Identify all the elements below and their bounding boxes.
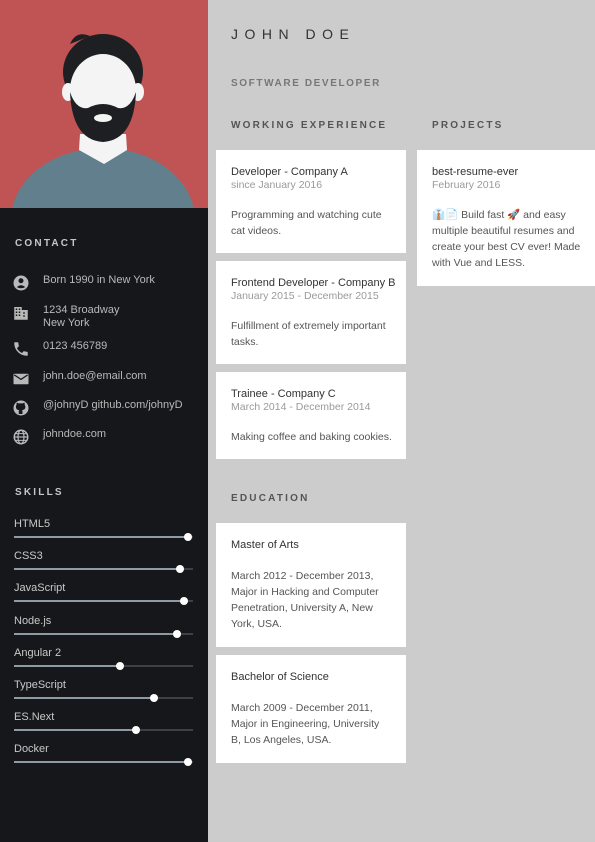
- experience-title: Frontend Developer - Company B: [231, 277, 396, 289]
- skill-name: Docker: [14, 743, 49, 756]
- skill-item: Docker: [14, 743, 193, 767]
- person-icon: [13, 275, 29, 291]
- skill-name: JavaScript: [14, 582, 66, 595]
- github-text[interactable]: @johnyD github.com/johnyD: [43, 399, 183, 412]
- address-line-1: 1234 Broadway: [43, 304, 120, 316]
- project-date: February 2016: [432, 179, 501, 191]
- education-title: Master of Arts: [231, 539, 299, 551]
- project-title[interactable]: best-resume-ever: [432, 166, 518, 178]
- skill-bar-fill: [14, 697, 154, 699]
- skill-name: CSS3: [14, 550, 43, 563]
- experience-date: January 2015 - December 2015: [231, 290, 379, 302]
- globe-icon: [13, 429, 29, 445]
- experience-card: Developer - Company A since January 2016…: [216, 150, 406, 253]
- skill-name: ES.Next: [14, 711, 55, 724]
- skill-bar-fill: [14, 568, 181, 571]
- skill-bar-fill: [14, 729, 136, 732]
- skill-item: TypeScript: [14, 679, 193, 703]
- experience-title: Developer - Company A: [231, 166, 348, 178]
- phone-icon: [14, 342, 28, 356]
- skill-level-knob: [115, 661, 124, 670]
- skill-item: ES.Next: [14, 711, 193, 735]
- skill-level-knob: [131, 726, 140, 735]
- education-description: March 2009 - December 2011, Major in Eng…: [231, 702, 380, 746]
- experience-card: Frontend Developer - Company B January 2…: [216, 261, 406, 364]
- email-icon: [13, 373, 29, 385]
- skill-bar-fill: [14, 536, 188, 538]
- avatar: [0, 0, 208, 208]
- person-position: SOFTWARE DEVELOPER: [231, 78, 381, 89]
- skill-level-knob: [172, 629, 181, 638]
- education-description: March 2012 - December 2013, Major in Hac…: [231, 570, 379, 630]
- person-name: JOHN DOE: [231, 26, 356, 42]
- experience-card: Trainee - Company C March 2014 - Decembe…: [216, 372, 406, 459]
- skill-item: CSS3: [14, 550, 193, 574]
- skill-bar: [14, 565, 193, 574]
- skill-bar: [14, 597, 193, 606]
- skill-level-knob: [183, 758, 192, 767]
- avatar-illustration: [0, 0, 208, 208]
- experience-description: Fulfillment of extremely important tasks…: [231, 320, 386, 348]
- experience-heading: WORKING EXPERIENCE: [231, 120, 388, 131]
- education-card: Bachelor of Science March 2009 - Decembe…: [216, 655, 406, 763]
- experience-description: Making coffee and baking cookies.: [231, 431, 392, 443]
- skill-name: TypeScript: [14, 679, 66, 691]
- skill-bar: [14, 629, 193, 638]
- skill-level-knob: [149, 694, 158, 702]
- experience-date: March 2014 - December 2014: [231, 401, 371, 413]
- skill-item: HTML5: [14, 518, 193, 542]
- project-card: best-resume-ever February 2016 👔📄 Build …: [417, 150, 595, 286]
- experience-date: since January 2016: [231, 179, 323, 191]
- skill-bar-fill: [14, 761, 188, 764]
- experience-title: Trainee - Company C: [231, 388, 336, 400]
- skill-level-knob: [180, 597, 189, 606]
- building-icon: [14, 307, 28, 320]
- skill-bar: [14, 726, 193, 735]
- skill-item: JavaScript: [14, 582, 193, 606]
- skill-bar: [14, 758, 193, 767]
- skills-heading: SKILLS: [15, 487, 64, 498]
- skill-bar: [14, 533, 193, 541]
- skill-item: Angular 2: [14, 647, 193, 671]
- github-icon: [13, 400, 29, 416]
- skill-name: Angular 2: [14, 646, 62, 659]
- skill-bar-fill: [14, 632, 177, 635]
- contact-heading: CONTACT: [15, 238, 79, 249]
- skill-level-knob: [183, 533, 192, 541]
- skill-level-knob: [176, 565, 185, 574]
- skill-bar-fill: [14, 664, 120, 667]
- skill-name: HTML5: [14, 518, 51, 530]
- skill-bar-fill: [14, 600, 185, 603]
- website-text[interactable]: johndoe.com: [43, 428, 106, 441]
- skill-name: Node.js: [14, 614, 52, 627]
- projects-heading: PROJECTS: [432, 120, 504, 131]
- skill-item: Node.js: [14, 615, 193, 639]
- project-description: 👔📄 Build fast 🚀 and easy multiple beauti…: [432, 209, 581, 269]
- address-line-2: New York: [43, 317, 90, 329]
- skill-bar: [14, 661, 193, 670]
- email-text[interactable]: john.doe@email.com: [43, 370, 147, 383]
- skill-bar: [14, 694, 193, 702]
- experience-description: Programming and watching cute cat videos…: [231, 209, 382, 237]
- sidebar: CONTACT Born 1990 in New York 1234 Broad…: [0, 0, 208, 842]
- education-card: Master of Arts March 2012 - December 201…: [216, 523, 406, 647]
- education-heading: EDUCATION: [231, 493, 310, 504]
- birth-text: Born 1990 in New York: [43, 274, 155, 286]
- phone-text[interactable]: 0123 456789: [43, 340, 107, 353]
- education-title: Bachelor of Science: [231, 671, 329, 683]
